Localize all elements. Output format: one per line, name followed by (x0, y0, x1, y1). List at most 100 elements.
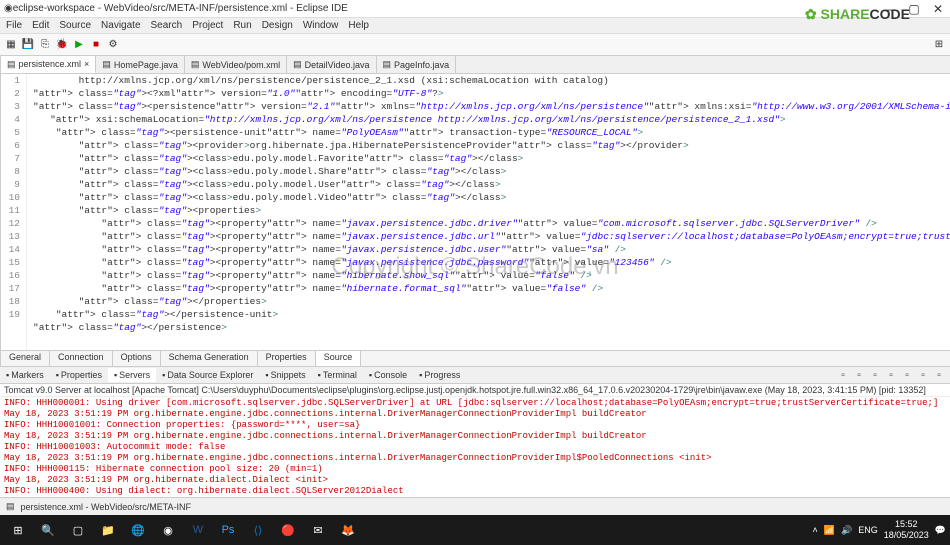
edge-icon[interactable]: 🌐 (124, 517, 152, 543)
menu-run[interactable]: Run (233, 20, 251, 31)
view-tab-snippets[interactable]: ▪Snippets (259, 368, 311, 382)
debug-icon[interactable]: 🐞 (55, 38, 69, 52)
file-icon: ▤ (102, 59, 111, 70)
menu-navigate[interactable]: Navigate (101, 20, 140, 31)
tab-label: DetailVideo.java (305, 60, 370, 70)
word-icon[interactable]: W (184, 517, 212, 543)
tab-label: HomePage.java (114, 60, 178, 70)
menu-edit[interactable]: Edit (32, 20, 49, 31)
log-line: May 18, 2023 3:51:19 PM org.hibernate.en… (4, 409, 946, 420)
new-icon[interactable]: ▦ (4, 38, 18, 52)
maximize-icon[interactable]: ▫ (932, 368, 946, 382)
menu-window[interactable]: Window (303, 20, 339, 31)
file-icon: ▤ (293, 59, 302, 70)
log-line: INFO: HHH10001001: Connection properties… (4, 420, 946, 431)
pin-icon[interactable]: ▫ (884, 368, 898, 382)
save-all-icon[interactable]: ⎘ (38, 38, 52, 52)
editor-tab[interactable]: ▤DetailVideo.java (287, 56, 376, 73)
firefox-icon[interactable]: 🦊 (334, 517, 362, 543)
design-tab-properties[interactable]: Properties (258, 351, 316, 366)
minimize-icon[interactable]: ▫ (916, 368, 930, 382)
log-line: May 18, 2023 3:51:19 PM org.hibernate.en… (4, 453, 946, 464)
close-button[interactable]: ✕ (930, 2, 946, 16)
task-view-icon[interactable]: ▢ (64, 517, 92, 543)
scroll-lock-icon[interactable]: ▫ (900, 368, 914, 382)
console-header: Tomcat v9.0 Server at localhost [Apache … (0, 384, 950, 397)
stop-icon[interactable]: ■ (89, 38, 103, 52)
log-line: INFO: HHH000115: Hibernate connection po… (4, 464, 946, 475)
view-tab-properties[interactable]: ▪Properties (50, 368, 108, 382)
eclipse-icon: ◉ (4, 3, 13, 14)
start-button[interactable]: ⊞ (4, 517, 32, 543)
taskbar-clock[interactable]: 15:52 18/05/2023 (884, 519, 929, 541)
editor-tab[interactable]: ▤PageInfo.java (377, 56, 457, 73)
vscode-icon[interactable]: ⟨⟩ (244, 517, 272, 543)
eclipse-taskbar-icon[interactable]: ◉ (154, 517, 182, 543)
editor-tab[interactable]: ▤persistence.xml× (1, 56, 96, 73)
status-file-icon: ▤ (6, 501, 15, 512)
status-bar: ▤ persistence.xml - WebVideo/src/META-IN… (0, 497, 950, 515)
markers-icon: ▪ (6, 370, 9, 380)
menu-help[interactable]: Help (348, 20, 369, 31)
view-tab-markers[interactable]: ▪Markers (0, 368, 50, 382)
clear-icon[interactable]: ▫ (868, 368, 882, 382)
tab-label: Properties (61, 370, 102, 380)
menu-source[interactable]: Source (59, 20, 91, 31)
tab-label: Servers (119, 370, 150, 380)
chrome-icon[interactable]: 🔴 (274, 517, 302, 543)
view-tab-data-source-explorer[interactable]: ▪Data Source Explorer (156, 368, 259, 382)
logo-icon: ✿ (805, 6, 817, 22)
view-tab-servers[interactable]: ▪Servers (108, 368, 156, 382)
perspective-icon[interactable]: ⊞ (932, 38, 946, 52)
build-icon[interactable]: ⚙ (106, 38, 120, 52)
ps-icon[interactable]: Ps (214, 517, 242, 543)
log-line: INFO: HHH000001: Using driver [com.micro… (4, 398, 946, 409)
tab-label: PageInfo.java (394, 60, 449, 70)
menu-project[interactable]: Project (192, 20, 223, 31)
explorer-icon[interactable]: 📁 (94, 517, 122, 543)
view-tab-progress[interactable]: ▪Progress (413, 368, 466, 382)
tab-label: Markers (11, 370, 44, 380)
log-line: INFO: HHH10001003: Autocommit mode: fals… (4, 442, 946, 453)
log-line: May 18, 2023 3:51:19 PM org.hibernate.en… (4, 431, 946, 442)
snippets-icon: ▪ (265, 370, 268, 380)
editor-tab[interactable]: ▤WebVideo/pom.xml (185, 56, 287, 73)
tab-label: Console (374, 370, 407, 380)
design-tab-schema-generation[interactable]: Schema Generation (161, 351, 258, 366)
tab-label: Progress (424, 370, 460, 380)
bottom-view-tabs: ▪Markers▪Properties▪Servers▪Data Source … (0, 366, 950, 384)
save-icon[interactable]: 💾 (21, 38, 35, 52)
menu-design[interactable]: Design (262, 20, 293, 31)
run-icon[interactable]: ▶ (72, 38, 86, 52)
design-tab-general[interactable]: General (1, 351, 50, 366)
view-tab-terminal[interactable]: ▪Terminal (312, 368, 363, 382)
mail-icon[interactable]: ✉ (304, 517, 332, 543)
editor-area: ▤persistence.xml×▤HomePage.java▤WebVideo… (1, 56, 950, 366)
close-icon[interactable]: × (84, 59, 89, 69)
progress-icon: ▪ (419, 370, 422, 380)
properties-icon: ▪ (56, 370, 59, 380)
design-tab-connection[interactable]: Connection (50, 351, 113, 366)
window-title: eclipse-workspace - WebVideo/src/META-IN… (13, 3, 882, 14)
tab-label: Snippets (271, 370, 306, 380)
menu-search[interactable]: Search (151, 20, 183, 31)
log-line: INFO: HHH000400: Using dialect: org.hibe… (4, 486, 946, 497)
view-tab-console[interactable]: ▪Console (363, 368, 413, 382)
sharecode-logo: ✿ SHARECODE (805, 6, 910, 23)
main-toolbar: ▦ 💾 ⎘ 🐞 ▶ ■ ⚙ ⊞ (0, 34, 950, 56)
terminate-icon[interactable]: ▫ (836, 368, 850, 382)
file-icon: ▤ (383, 59, 392, 70)
file-icon: ▤ (7, 59, 16, 70)
menu-file[interactable]: File (6, 20, 22, 31)
tab-label: persistence.xml (19, 59, 82, 69)
editor-content[interactable]: 12345678910111213141516171819 http://xml… (1, 74, 950, 350)
file-icon: ▤ (191, 59, 200, 70)
design-tab-options[interactable]: Options (113, 351, 161, 366)
design-tab-source[interactable]: Source (316, 351, 362, 366)
editor-tab[interactable]: ▤HomePage.java (96, 56, 185, 73)
status-file: persistence.xml - WebVideo/src/META-INF (21, 502, 192, 512)
terminal-icon: ▪ (318, 370, 321, 380)
console-output[interactable]: INFO: HHH000001: Using driver [com.micro… (0, 397, 950, 497)
search-icon[interactable]: 🔍 (34, 517, 62, 543)
remove-icon[interactable]: ▫ (852, 368, 866, 382)
